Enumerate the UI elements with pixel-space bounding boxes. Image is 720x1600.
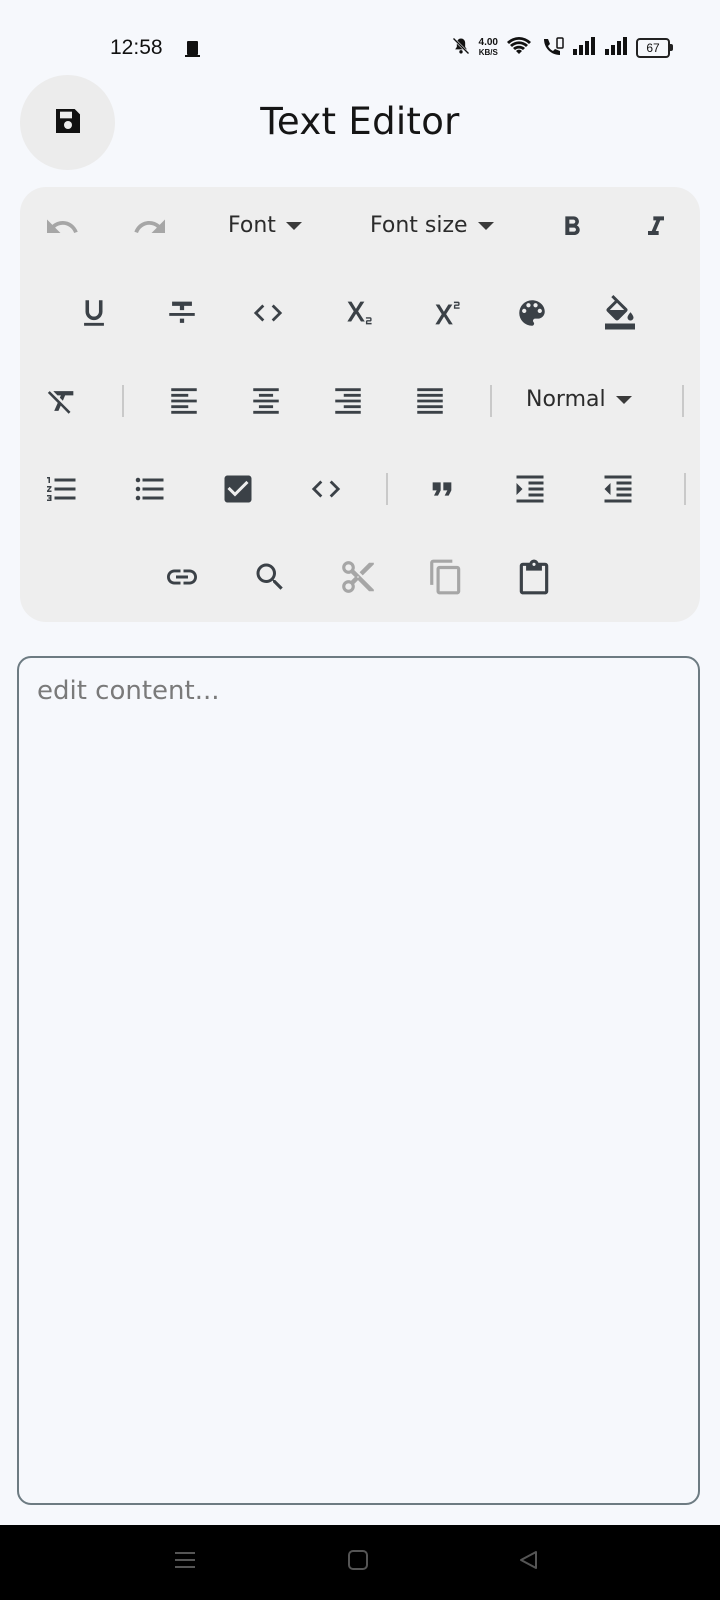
status-bar: 12:58 4.00 KB/S 67 bbox=[0, 0, 720, 96]
background-color-button[interactable] bbox=[598, 291, 642, 335]
chevron-down-icon bbox=[615, 395, 632, 404]
subscript-button[interactable] bbox=[334, 291, 378, 335]
toolbar-divider bbox=[682, 385, 684, 417]
toolbar-divider bbox=[490, 385, 492, 417]
align-center-button[interactable] bbox=[244, 379, 288, 423]
checkbox-list-icon bbox=[220, 471, 256, 507]
underline-icon bbox=[77, 296, 111, 330]
home-square-icon bbox=[347, 1549, 369, 1575]
cut-icon bbox=[339, 558, 377, 596]
mute-icon bbox=[451, 36, 471, 60]
bold-button[interactable] bbox=[550, 205, 594, 249]
italic-button[interactable] bbox=[634, 205, 678, 249]
copy-button[interactable] bbox=[424, 555, 468, 599]
cut-button[interactable] bbox=[336, 555, 380, 599]
subscript-icon bbox=[339, 296, 373, 330]
clear-format-icon bbox=[45, 384, 79, 418]
link-button[interactable] bbox=[160, 555, 204, 599]
toolbar-divider bbox=[122, 385, 124, 417]
indent-increase-icon bbox=[512, 471, 548, 507]
copy-icon bbox=[427, 558, 465, 596]
battery-indicator: 67 bbox=[636, 38, 673, 58]
undo-icon bbox=[44, 209, 80, 245]
undo-button[interactable] bbox=[40, 205, 84, 249]
align-right-icon bbox=[331, 384, 365, 418]
speed-unit: KB/S bbox=[478, 48, 498, 57]
status-icons: 4.00 KB/S 67 bbox=[451, 36, 673, 60]
font-label: Font bbox=[228, 213, 276, 238]
background-color-fill-icon bbox=[602, 295, 638, 331]
checkbox-list-button[interactable] bbox=[216, 467, 260, 511]
system-nav-bar bbox=[0, 1525, 720, 1600]
align-left-icon bbox=[167, 384, 201, 418]
network-speed: 4.00 KB/S bbox=[479, 38, 498, 58]
chevron-down-icon bbox=[285, 221, 302, 230]
font-dropdown[interactable]: Font bbox=[228, 213, 302, 238]
align-center-icon bbox=[249, 384, 283, 418]
numbered-list-icon bbox=[44, 471, 80, 507]
paste-icon bbox=[515, 558, 553, 596]
indent-decrease-icon bbox=[600, 471, 636, 507]
bold-icon bbox=[556, 211, 588, 243]
align-justify-button[interactable] bbox=[408, 379, 452, 423]
paragraph-style-dropdown[interactable]: Normal bbox=[526, 387, 632, 412]
strikethrough-icon bbox=[165, 296, 199, 330]
quote-button[interactable] bbox=[420, 467, 464, 511]
back-button[interactable] bbox=[513, 1547, 543, 1577]
search-button[interactable] bbox=[248, 555, 292, 599]
inline-code-button[interactable] bbox=[246, 291, 290, 335]
home-button[interactable] bbox=[343, 1547, 373, 1577]
font-size-dropdown[interactable]: Font size bbox=[370, 213, 494, 238]
toolbar-divider bbox=[386, 473, 388, 505]
strikethrough-button[interactable] bbox=[160, 291, 204, 335]
device-icon bbox=[184, 40, 202, 58]
signal-1-icon bbox=[572, 37, 596, 59]
quote-icon bbox=[426, 473, 458, 505]
superscript-icon bbox=[427, 296, 461, 330]
link-icon bbox=[164, 559, 200, 595]
redo-button[interactable] bbox=[128, 205, 172, 249]
wifi-icon bbox=[506, 36, 532, 60]
paste-button[interactable] bbox=[512, 555, 556, 599]
text-color-palette-icon bbox=[515, 296, 549, 330]
inline-code-icon bbox=[251, 296, 285, 330]
font-size-label: Font size bbox=[370, 213, 468, 238]
align-right-button[interactable] bbox=[326, 379, 370, 423]
italic-icon bbox=[640, 211, 672, 243]
superscript-button[interactable] bbox=[422, 291, 466, 335]
page-title: Text Editor bbox=[260, 100, 460, 143]
indent-decrease-button[interactable] bbox=[596, 467, 640, 511]
toolbar-divider bbox=[684, 473, 686, 505]
chevron-down-icon bbox=[477, 221, 494, 230]
menu-icon bbox=[173, 1549, 197, 1575]
clear-format-button[interactable] bbox=[40, 379, 84, 423]
bullet-list-icon bbox=[132, 471, 168, 507]
underline-button[interactable] bbox=[72, 291, 116, 335]
speed-value: 4.00 bbox=[478, 37, 498, 48]
bullet-list-button[interactable] bbox=[128, 467, 172, 511]
code-block-button[interactable] bbox=[304, 467, 348, 511]
text-color-button[interactable] bbox=[510, 291, 554, 335]
editor-toolbar: Font Font size Normal bbox=[20, 187, 700, 622]
search-icon bbox=[252, 559, 288, 595]
align-left-button[interactable] bbox=[162, 379, 206, 423]
paragraph-style-label: Normal bbox=[526, 387, 606, 412]
status-time: 12:58 bbox=[110, 36, 163, 59]
call-icon bbox=[540, 36, 564, 60]
indent-increase-button[interactable] bbox=[508, 467, 552, 511]
align-justify-icon bbox=[413, 384, 447, 418]
signal-2-icon bbox=[604, 37, 628, 59]
code-block-icon bbox=[309, 472, 343, 506]
redo-icon bbox=[132, 209, 168, 245]
recent-apps-button[interactable] bbox=[170, 1547, 200, 1577]
numbered-list-button[interactable] bbox=[40, 467, 84, 511]
content-editor[interactable]: edit content... bbox=[17, 656, 700, 1505]
editor-placeholder: edit content... bbox=[37, 676, 220, 706]
back-triangle-icon bbox=[517, 1549, 539, 1575]
